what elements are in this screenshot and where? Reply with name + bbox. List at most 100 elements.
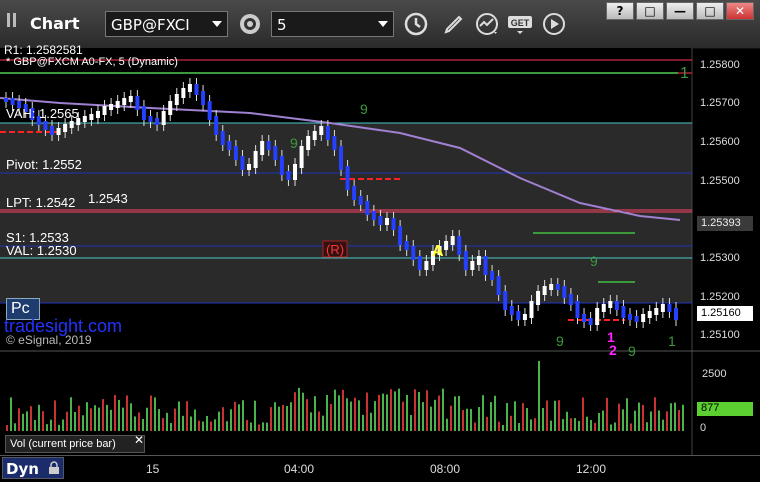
volume-bar xyxy=(110,409,112,431)
candle-body xyxy=(457,236,462,255)
candle-body xyxy=(286,171,291,180)
volume-bar xyxy=(154,397,156,431)
volume-bar xyxy=(62,419,64,431)
price-tick: 1.25100 xyxy=(700,329,740,341)
candle-body xyxy=(102,106,107,115)
volume-bar xyxy=(666,411,668,431)
maximize-button[interactable]: □ xyxy=(696,2,724,20)
volume-bar xyxy=(226,421,228,431)
get-icon[interactable]: GET xyxy=(506,10,534,38)
volume-bar xyxy=(270,407,272,431)
volume-bar xyxy=(234,401,236,431)
window-title: Chart xyxy=(30,14,80,33)
help-button[interactable]: ? xyxy=(606,2,634,20)
level-val-label: VAL: 1.2530 xyxy=(6,243,77,258)
play-icon[interactable] xyxy=(540,10,568,38)
minimize-button[interactable]: — xyxy=(666,2,694,20)
close-study-icon[interactable]: ✕ xyxy=(134,433,144,447)
candle-body xyxy=(476,256,481,265)
candle-body xyxy=(345,166,350,190)
volume-bar xyxy=(182,415,184,431)
volume-bar xyxy=(522,403,524,431)
volume-bar xyxy=(630,423,632,431)
volume-bar xyxy=(74,411,76,431)
volume-bar xyxy=(246,419,248,431)
candle-body xyxy=(509,306,514,315)
candle-body xyxy=(4,98,8,102)
candle-body xyxy=(621,306,626,318)
clock-icon[interactable] xyxy=(402,10,430,38)
interval-dropdown-icon[interactable] xyxy=(378,21,388,27)
candle-body xyxy=(10,98,15,105)
volume-bar xyxy=(98,407,100,431)
volume-bar xyxy=(158,409,160,431)
volume-bar xyxy=(514,401,516,431)
volume-bar xyxy=(450,405,452,431)
candle-body xyxy=(654,308,659,315)
time-axis-bar xyxy=(0,455,760,482)
candle-body xyxy=(168,101,173,115)
volume-bar xyxy=(250,422,252,431)
volume-bar xyxy=(170,423,172,431)
candle-body xyxy=(56,128,61,135)
volume-bar xyxy=(222,407,224,431)
marker-a: A xyxy=(432,243,444,260)
time-tick: 12:00 xyxy=(576,462,607,476)
candle-body xyxy=(522,314,527,320)
volume-bar xyxy=(202,421,204,431)
symbol-input[interactable]: GBP@FXCI xyxy=(105,11,228,37)
gear-icon[interactable] xyxy=(236,10,264,38)
volume-bar xyxy=(318,411,320,431)
candle-body xyxy=(667,304,672,312)
volume-bar xyxy=(38,404,40,431)
volume-study-label: Vol (current price bar) xyxy=(10,438,116,450)
volume-bar xyxy=(398,388,400,431)
price-chart[interactable]: A(R)121199999 xyxy=(0,48,760,455)
candle-body xyxy=(207,101,212,120)
volume-bar xyxy=(678,409,680,431)
volume-bar xyxy=(274,402,276,431)
candle-body xyxy=(463,251,468,270)
volume-bar xyxy=(86,402,88,431)
legend-series: * GBP@FXCM A0-FX, 5 (Dynamic) xyxy=(6,56,178,68)
volume-bar xyxy=(6,425,8,431)
volume-bar xyxy=(278,406,280,431)
interval-input[interactable]: 5 xyxy=(271,11,394,37)
volume-bar xyxy=(674,402,676,431)
candle-body xyxy=(674,308,678,320)
volume-bar xyxy=(126,395,128,431)
candle-body xyxy=(227,141,232,150)
study-icon[interactable] xyxy=(474,10,502,38)
volume-bar xyxy=(466,408,468,431)
close-button[interactable]: ✕ xyxy=(726,2,754,20)
volume-bar xyxy=(130,403,132,431)
volume-bar xyxy=(434,399,436,431)
symbol-dropdown-icon[interactable] xyxy=(212,21,222,27)
dynamic-tab[interactable]: Dyn xyxy=(2,457,64,479)
volume-bar xyxy=(458,395,460,431)
svg-text:GET: GET xyxy=(511,18,530,28)
restore-small-button[interactable]: □ xyxy=(636,2,664,20)
candle-body xyxy=(89,114,94,120)
level-1.2543-label: 1.2543 xyxy=(88,191,128,206)
volume-bar xyxy=(326,394,328,431)
volume-bar xyxy=(422,402,424,431)
volume-bar xyxy=(358,400,360,431)
volume-bar xyxy=(474,422,476,431)
candle-body xyxy=(325,126,330,140)
candle-body xyxy=(273,146,278,160)
candle-body xyxy=(220,131,225,145)
td-nine-marker: 9 xyxy=(556,333,564,349)
volume-bar xyxy=(446,418,448,431)
candle-body xyxy=(417,256,422,270)
price-tick: 1.25700 xyxy=(700,97,740,109)
volume-bar xyxy=(570,418,572,431)
last-price-box: 1.25160 xyxy=(697,306,753,321)
volume-study-tab[interactable]: Vol (current price bar) xyxy=(5,435,145,453)
pencil-icon[interactable] xyxy=(440,10,468,38)
candle-body xyxy=(490,271,495,280)
symbol-value: GBP@FXCI xyxy=(111,16,190,34)
volume-bar xyxy=(426,390,428,431)
candle-body xyxy=(95,111,100,118)
candle-body xyxy=(536,291,541,305)
